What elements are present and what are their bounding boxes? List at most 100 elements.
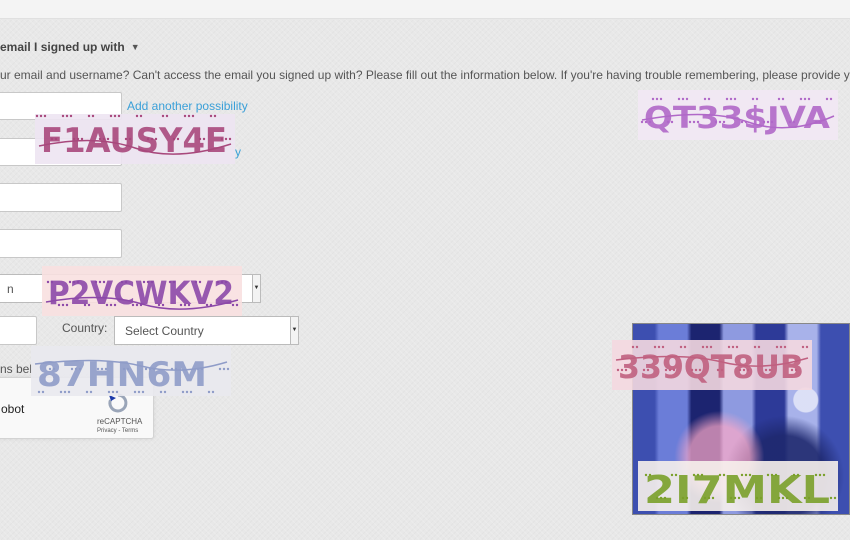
captcha-noise-dot [766,120,770,124]
captcha-noise-dot [661,345,665,349]
captcha-noise-dot [100,367,104,371]
captcha-noise-dot [755,496,759,500]
captcha-noise-dot [98,280,102,284]
captcha-noise-dot [54,137,58,141]
captcha-noise-dot [52,367,56,371]
captcha-noise-dot [711,496,715,500]
captcha-noise-dot [65,114,69,118]
captcha-noise-dot [161,303,165,307]
captcha-noise-dot [748,473,752,477]
chevron-down-icon: ▼ [290,317,298,344]
captcha-noise-dot [105,303,109,307]
captcha-noise-dot [89,390,93,394]
captcha-noise-dot [144,367,148,371]
captcha-noise-dot [183,303,187,307]
captcha-image-5: 339QT8UB [612,340,812,390]
captcha-noise-dot [135,114,139,118]
captcha-noise-dot [635,345,639,349]
country-select[interactable]: Select Country ▼ [114,316,299,345]
captcha-noise-dot [777,496,781,500]
captcha-noise-dot [796,473,800,477]
captcha-image-3: P2VCWKV2 [42,266,242,316]
captcha-noise-dot [624,368,628,372]
captcha-noise-dot [154,137,158,141]
captcha-noise-dot [224,137,228,141]
captcha-noise-dot [128,137,132,141]
captcha-noise-dot [50,137,54,141]
captcha-noise-dot [172,280,176,284]
add-another-possibility-link-2[interactable]: y [235,145,241,159]
captcha-noise-dot [148,367,152,371]
captcha-noise-dot [681,97,685,101]
postal-field[interactable] [0,316,37,345]
captcha-noise-dot [740,120,744,124]
captcha-noise-dot [72,280,76,284]
captcha-noise-dot [218,367,222,371]
captcha-noise-dot [226,367,230,371]
captcha-noise-dot [659,97,663,101]
captcha-noise-dot [681,496,685,500]
captcha-noise-dot [779,345,783,349]
captcha-noise-dot [115,390,119,394]
signup-email-heading[interactable]: email I signed up with ▼ [0,40,140,54]
captcha-noise-dot [207,390,211,394]
captcha-noise-dot [807,496,811,500]
captcha-noise-dot [41,390,45,394]
captcha-noise-dot [663,496,667,500]
captcha-noise-dot [80,137,84,141]
caret-down-icon: ▼ [130,42,140,52]
captcha-noise-dot [720,368,724,372]
captcha-noise-dot [672,368,676,372]
captcha-noise-dot [211,390,215,394]
captcha-noise-dot [668,368,672,372]
captcha-noise-dot [39,114,43,118]
captcha-noise-dot [76,137,80,141]
text-field-3[interactable] [0,183,122,212]
captcha-noise-dot [705,345,709,349]
recaptcha-robot-text: obot [1,402,25,416]
captcha-noise-dot [170,367,174,371]
add-another-possibility-link[interactable]: Add another possibility [127,99,248,113]
chevron-down-icon: ▼ [252,275,260,302]
captcha-noise-dot [742,368,746,372]
captcha-noise-dot [69,114,73,118]
captcha-noise-dot [768,368,772,372]
captcha-noise-dot [718,120,722,124]
captcha-noise-dot [189,390,193,394]
captcha-noise-dot [205,303,209,307]
captcha-noise-dot [688,120,692,124]
captcha-noise-dot [63,390,67,394]
captcha-noise-dot [707,496,711,500]
captcha-noise-dot [692,473,696,477]
captcha-noise-dot [679,345,683,349]
captcha-noise-dot [696,473,700,477]
captcha-noise-dot [102,280,106,284]
top-band [0,0,850,19]
captcha-noise-dot [122,367,126,371]
captcha-noise-dot [670,473,674,477]
captcha-noise-dot [818,120,822,124]
recaptcha-privacy-terms[interactable]: Privacy - Terms [97,428,138,434]
captcha-noise-dot [640,120,644,124]
captcha-noise-dot [200,367,204,371]
captcha-noise-dot [685,496,689,500]
captcha-noise-dot [659,496,663,500]
captcha-noise-dot [94,280,98,284]
captcha-noise-dot [644,473,648,477]
captcha-noise-dot [709,345,713,349]
captcha-noise-dot [231,303,235,307]
captcha-noise-dot [683,345,687,349]
captcha-noise-dot [753,345,757,349]
captcha-noise-dot [76,280,80,284]
captcha-noise-dot [616,368,620,372]
captcha-noise-dot [781,97,785,101]
text-field-4[interactable] [0,229,122,258]
captcha-noise-dot [126,367,130,371]
captcha-noise-dot [78,367,82,371]
captcha-noise-dot [670,120,674,124]
captcha-noise-dot [70,367,74,371]
captcha-noise-dot [803,496,807,500]
captcha-text: 339QT8UB [618,348,804,386]
captcha-noise-dot [111,390,115,394]
captcha-noise-dot [829,97,833,101]
